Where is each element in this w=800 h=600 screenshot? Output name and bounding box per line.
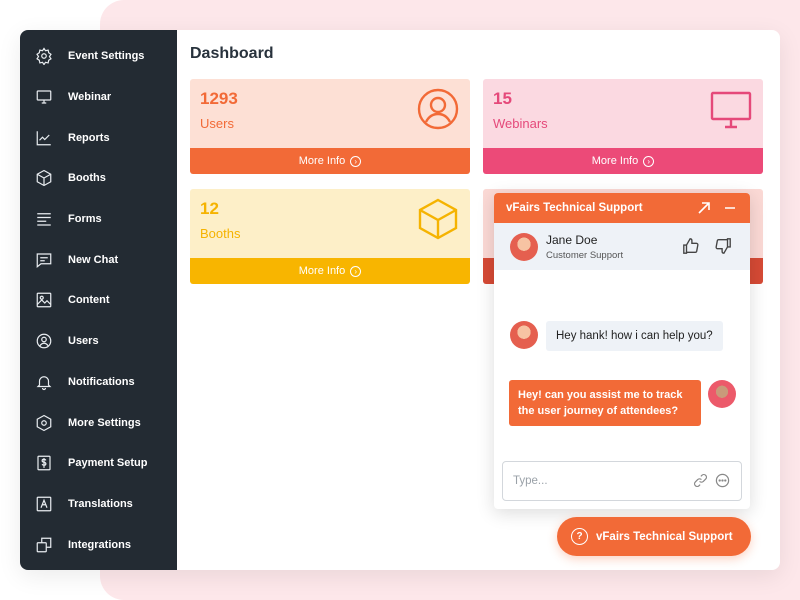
translate-icon (34, 494, 54, 514)
sidebar-item-label: Event Settings (68, 50, 145, 63)
sidebar-item-new-chat[interactable]: New Chat (20, 239, 177, 280)
dollar-icon (34, 453, 54, 473)
sidebar-item-label: Content (68, 294, 110, 307)
arrow-right-icon: › (643, 155, 655, 167)
agent-name: Jane Doe (546, 232, 598, 247)
message-text: Hey hank! how i can help you? (546, 321, 723, 351)
chat-input-box (502, 461, 742, 501)
cube-icon (34, 168, 54, 188)
expand-icon[interactable] (696, 200, 712, 216)
sidebar-item-label: Reports (68, 131, 110, 144)
hexagon-icon (34, 413, 54, 433)
message-outgoing: Hey! can you assist me to track the user… (509, 380, 736, 426)
monitor-icon (34, 87, 54, 107)
thumbs-down-icon[interactable] (714, 237, 734, 257)
sidebar-item-content[interactable]: Content (20, 280, 177, 321)
chat-icon (34, 250, 54, 270)
bell-icon (34, 372, 54, 392)
sidebar-item-label: Payment Setup (68, 457, 148, 470)
thumbs-up-icon[interactable] (682, 237, 702, 257)
stat-card-booths: 12 Booths More Info › (190, 189, 470, 284)
sidebar-item-more-settings[interactable]: More Settings (20, 402, 177, 443)
chart-icon (34, 128, 54, 148)
more-info-label: More Info (298, 155, 346, 167)
stat-card-webinars: 15 Webinars More Info › (483, 79, 763, 174)
arrow-right-icon: › (350, 265, 362, 277)
sidebar-item-webinar[interactable]: Webinar (20, 77, 177, 118)
sidebar-item-label: More Settings (68, 416, 141, 429)
sidebar-item-label: New Chat (68, 253, 119, 266)
sidebar-item-label: Notifications (68, 375, 135, 388)
sidebar-item-event-settings[interactable]: Event Settings (20, 36, 177, 77)
agent-role: Customer Support (546, 249, 624, 261)
more-info-button[interactable]: More Info › (190, 148, 470, 174)
avatar (510, 232, 538, 261)
sidebar-item-payment-setup[interactable]: Payment Setup (20, 443, 177, 484)
sidebar-item-booths[interactable]: Booths (20, 158, 177, 199)
support-button[interactable]: ? vFairs Technical Support (557, 517, 751, 556)
message-input[interactable] (513, 475, 687, 487)
card-body: 12 Booths (190, 189, 470, 258)
attach-link-icon[interactable] (693, 473, 709, 489)
avatar (708, 380, 736, 408)
page-title: Dashboard (190, 45, 274, 62)
sidebar-item-label: Webinar (68, 91, 112, 104)
message-text: Hey! can you assist me to track the user… (509, 380, 701, 426)
card-body: 1293 Users (190, 79, 470, 148)
sidebar-item-label: Booths (68, 172, 106, 185)
support-button-label: vFairs Technical Support (596, 530, 733, 543)
sidebar-item-label: Translations (68, 497, 133, 510)
sidebar: Event Settings Webinar Reports Booths Fo… (20, 30, 177, 570)
user-icon (34, 331, 54, 351)
image-icon (34, 290, 54, 310)
help-icon: ? (571, 528, 588, 545)
sidebar-item-notifications[interactable]: Notifications (20, 362, 177, 403)
form-icon (34, 209, 54, 229)
more-info-button[interactable]: More Info › (190, 258, 470, 284)
more-info-button[interactable]: More Info › (483, 148, 763, 174)
agent-info: Jane Doe Customer Support (546, 233, 670, 261)
message-incoming: Hey hank! how i can help you? (510, 321, 723, 351)
sidebar-item-forms[interactable]: Forms (20, 199, 177, 240)
sidebar-item-translations[interactable]: Translations (20, 484, 177, 525)
stat-card-users: 1293 Users More Info › (190, 79, 470, 174)
sidebar-item-label: Forms (68, 213, 102, 226)
chat-widget: vFairs Technical Support Jane Doe Custom… (494, 193, 750, 509)
gear-icon (34, 46, 54, 66)
agent-bar: Jane Doe Customer Support (494, 223, 750, 270)
user-circle-icon (416, 87, 460, 131)
card-body: 15 Webinars (483, 79, 763, 148)
sidebar-item-label: Users (68, 335, 99, 348)
sidebar-item-reports[interactable]: Reports (20, 117, 177, 158)
integrations-icon (34, 535, 54, 555)
avatar (510, 321, 538, 349)
sidebar-item-integrations[interactable]: Integrations (20, 524, 177, 565)
sidebar-item-users[interactable]: Users (20, 321, 177, 362)
arrow-right-icon: › (350, 155, 362, 167)
chat-title: vFairs Technical Support (506, 202, 643, 214)
chat-header: vFairs Technical Support (494, 193, 750, 223)
cube-icon (416, 197, 460, 241)
more-info-label: More Info (298, 265, 346, 277)
sidebar-item-label: Integrations (68, 538, 131, 551)
monitor-icon (709, 87, 753, 131)
more-options-icon[interactable] (715, 473, 731, 489)
minimize-icon[interactable] (722, 200, 738, 216)
more-info-label: More Info (591, 155, 639, 167)
